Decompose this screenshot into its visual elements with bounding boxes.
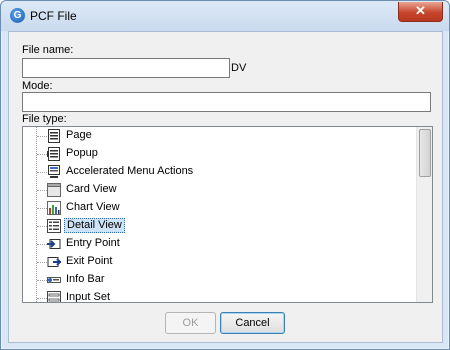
window-title: PCF File (30, 9, 77, 23)
app-logo-icon: G (10, 8, 25, 23)
tree-branch-line (37, 280, 47, 281)
page-icon (47, 129, 61, 143)
file-type-item-label: Input Set (66, 291, 111, 303)
chart-view-icon (47, 201, 61, 215)
file-type-item[interactable]: Info Bar (23, 271, 416, 289)
pcf-file-dialog: G PCF File ✕ File name: DV Mode: File ty… (0, 0, 450, 350)
tree-branch-line (37, 190, 47, 191)
file-type-item-label: Exit Point (66, 255, 113, 267)
file-type-item-label: Detail View (64, 218, 125, 233)
file-type-item-label: Chart View (66, 201, 120, 213)
file-type-item[interactable]: Entry Point (23, 235, 416, 253)
file-name-input[interactable] (23, 59, 229, 77)
mode-label: Mode: (22, 80, 53, 92)
file-type-item[interactable]: Input Set (23, 289, 416, 303)
file-type-item-label: Entry Point (66, 237, 120, 249)
input-set-icon (47, 291, 61, 302)
close-button[interactable]: ✕ (398, 2, 443, 22)
file-type-item[interactable]: Detail View (23, 217, 416, 235)
title-bar[interactable]: G PCF File ✕ (1, 1, 449, 31)
file-type-item[interactable]: Card View (23, 181, 416, 199)
card-view-icon (47, 183, 61, 197)
tree-branch-line (37, 136, 47, 137)
file-type-item[interactable]: Chart View (23, 199, 416, 217)
mode-field[interactable] (22, 92, 431, 112)
info-bar-icon (47, 273, 61, 287)
vertical-scrollbar[interactable] (416, 127, 432, 302)
file-type-list: Page Popup Accelerated Menu Actions Card Vi… (23, 127, 416, 303)
file-type-item[interactable]: Exit Point (23, 253, 416, 271)
file-name-suffix: DV (231, 62, 247, 74)
tree-branch-line (37, 298, 47, 299)
file-type-item[interactable]: Popup (23, 145, 416, 163)
file-name-field[interactable] (22, 58, 230, 78)
file-type-tree[interactable]: Page Popup Accelerated Menu Actions Card Vi… (22, 126, 433, 303)
file-type-item-label: Info Bar (66, 273, 105, 285)
tree-branch-line (37, 172, 47, 173)
file-type-item-label: Popup (66, 147, 98, 159)
popup-icon (47, 147, 61, 161)
tree-branch-line (37, 154, 47, 155)
dialog-body: File name: DV Mode: File type: Page Popup… (8, 31, 443, 343)
file-type-item[interactable]: Page (23, 127, 416, 145)
ok-button[interactable]: OK (165, 312, 216, 334)
file-type-label: File type: (22, 113, 67, 125)
file-type-item-label: Card View (66, 183, 117, 195)
mode-input[interactable] (23, 93, 430, 111)
cancel-button[interactable]: Cancel (220, 312, 285, 334)
file-name-label: File name: (22, 44, 74, 56)
exit-point-icon (47, 255, 62, 269)
tree-branch-line (37, 208, 47, 209)
file-type-item-label: Accelerated Menu Actions (66, 165, 194, 177)
entry-point-icon (47, 237, 61, 251)
tree-branch-line (37, 226, 47, 227)
tree-branch-line (37, 244, 47, 245)
scrollbar-thumb[interactable] (419, 129, 431, 177)
file-type-item[interactable]: Accelerated Menu Actions (23, 163, 416, 181)
menu-actions-icon (47, 165, 61, 179)
detail-view-icon (47, 219, 61, 233)
file-type-item-label: Page (66, 129, 92, 141)
tree-branch-line (37, 262, 47, 263)
